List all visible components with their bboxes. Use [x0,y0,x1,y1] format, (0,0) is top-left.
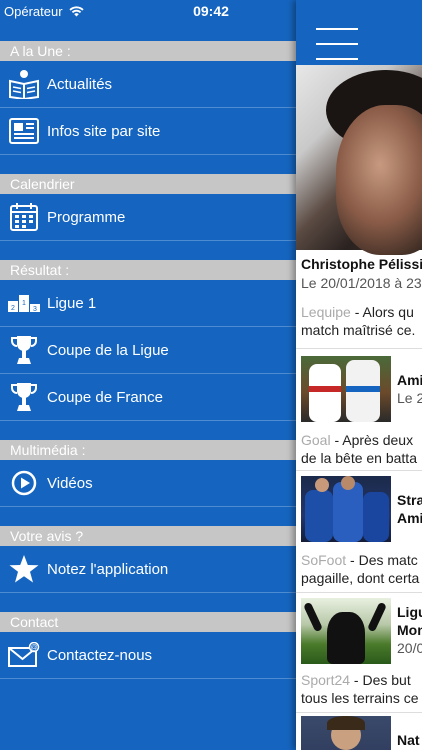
menu-item-label: Notez l'application [47,560,169,578]
article-source: SoFoot [301,552,347,568]
menu-section-header: Multimédia : [0,440,296,460]
article-source: Sport24 [301,672,351,688]
divider [296,470,422,471]
article-thumbnail[interactable] [301,476,391,542]
svg-text:1: 1 [22,300,26,307]
article-snippet-line2: tous les terrains ce [301,690,419,706]
menu-item-vid-os[interactable]: Vidéos [0,460,296,507]
menu-item-coupe-de-la-ligue[interactable]: Coupe de la Ligue [0,327,296,374]
article-snippet: Goal - Après deux [301,432,414,448]
article-title-line2[interactable]: Mon [397,622,422,639]
menu-section-header: A la Une : [0,41,296,61]
play-icon [0,460,47,507]
article-date: Le 2 [397,390,422,406]
menu-item-notez-l-application[interactable]: Notez l'application [0,546,296,593]
article-thumbnail[interactable] [301,598,391,664]
side-menu: A la Une : Actualités Infos site par site C… [0,22,296,750]
trophy-icon [0,327,47,374]
menu-item-label: Coupe de France [47,388,163,406]
menu-item-contactez-nous[interactable]: @ Contactez-nous [0,632,296,679]
article-snippet: Sport24 - Des but [301,672,411,688]
article-title-line2[interactable]: Ami [397,510,422,527]
menu-item-label: Coupe de la Ligue [47,341,169,359]
menu-item-label: Vidéos [47,474,93,492]
divider [296,348,422,349]
article-thumbnail[interactable] [301,356,391,422]
top-story-snippet: Lequipe - Alors qu [301,304,414,320]
article-snippet: SoFoot - Des matc [301,552,418,568]
menu-item-label: Contactez-nous [47,646,153,664]
menu-section-header: Votre avis ? [0,526,296,546]
newspaper-reader-icon [0,61,47,108]
calendar-icon [0,194,47,241]
article-thumbnail[interactable] [301,716,391,750]
mail-icon: @ [0,632,47,679]
menu-item-label: Ligue 1 [47,294,97,312]
svg-text:2: 2 [11,305,15,312]
menu-item-label: Actualités [47,75,113,93]
article-title[interactable]: Ami [397,372,422,389]
article-snippet-line2: de la bête en batta [301,450,417,466]
divider [296,712,422,713]
divider [296,592,422,593]
article-date: 20/0 [397,640,422,656]
hamburger-menu-icon[interactable] [316,28,358,60]
trophy-icon [0,374,47,421]
news-feed-panel[interactable]: Christophe Pélissi Le 20/01/2018 à 23 Le… [296,0,422,750]
article-title[interactable]: Stra [397,492,422,509]
menu-item-actualit-s[interactable]: Actualités [0,61,296,108]
menu-item-label: Infos site par site [47,122,161,140]
svg-text:3: 3 [33,306,37,313]
top-story-title[interactable]: Christophe Pélissi [301,256,422,272]
menu-item-infos-site-par-site[interactable]: Infos site par site [0,108,296,155]
menu-item-label: Programme [47,208,126,226]
top-story-snippet-line2: match maîtrisé ce. [301,322,416,338]
menu-section-header: Résultat : [0,260,296,280]
article-source: Goal [301,432,331,448]
menu-section-header: Calendrier [0,174,296,194]
menu-item-ligue-1[interactable]: 2 1 3 Ligue 1 [0,280,296,327]
article-snippet-line2: pagaille, dont certa [301,570,420,586]
top-story-date: Le 20/01/2018 à 23 [301,275,422,291]
newspaper-icon [0,108,47,155]
svg-text:@: @ [30,645,37,652]
podium-icon: 213 [0,280,47,327]
article-title[interactable]: Nat [397,732,420,749]
star-icon [0,546,47,593]
top-story-source: Lequipe [301,304,351,320]
article-title[interactable]: Ligu [397,604,422,621]
menu-item-programme[interactable]: Programme [0,194,296,241]
feed-top-bar [296,0,422,65]
top-story-image[interactable] [296,65,422,255]
menu-item-coupe-de-france[interactable]: Coupe de France [0,374,296,421]
menu-section-header: Contact [0,612,296,632]
